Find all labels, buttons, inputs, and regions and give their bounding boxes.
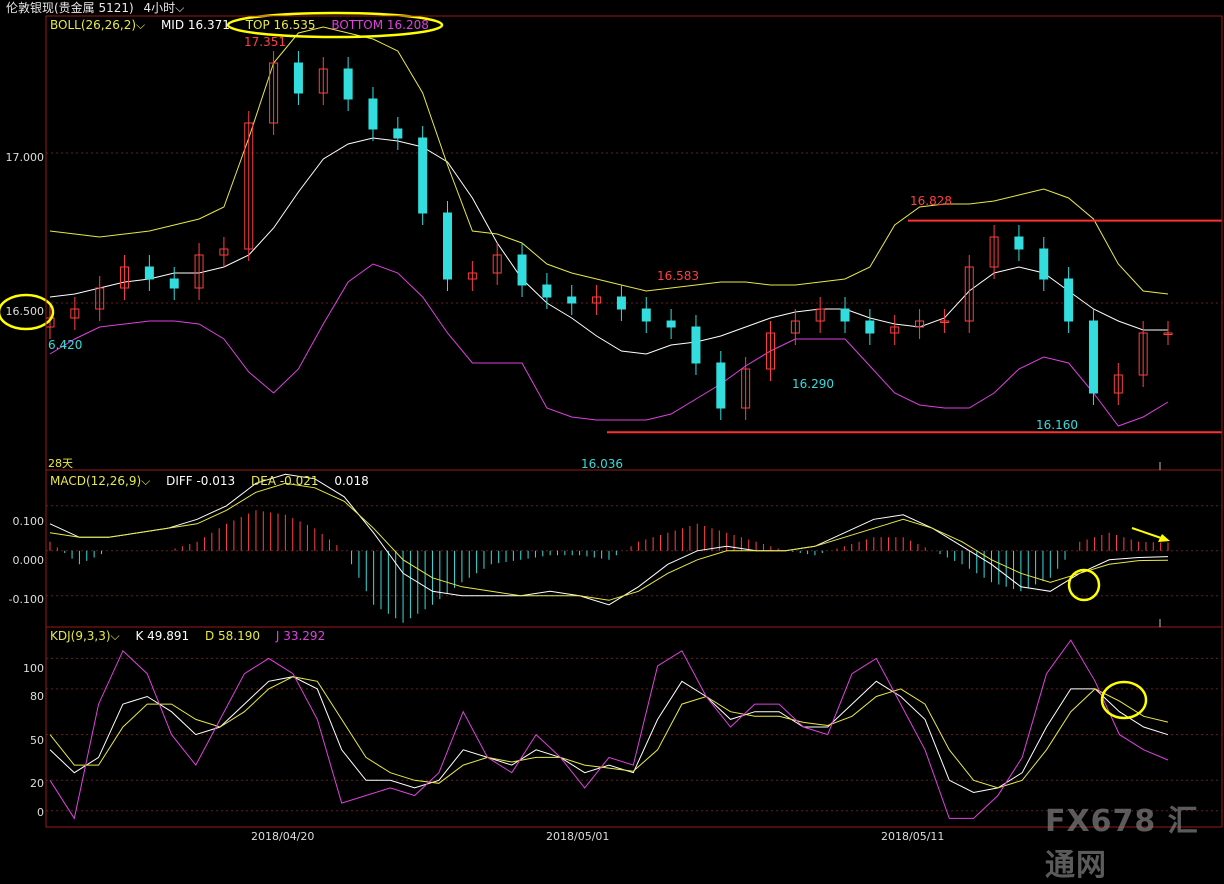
x-date-label: 2018/05/11 — [881, 830, 945, 843]
candle-body — [567, 296, 577, 304]
boll-header: BOLL(26,26,2)⌵ MID 16.371 TOP 16.535 BOT… — [50, 18, 441, 32]
kdj-ytick-label: 20 — [30, 777, 44, 790]
candle-body — [1064, 278, 1074, 322]
boll-top-line — [49, 26, 1169, 295]
watermark-logo: FX678 汇通网 — [1045, 804, 1199, 883]
candle-body — [616, 296, 626, 310]
boll-ytick-label: 16.500 — [5, 305, 45, 318]
kdj-ytick-label: 0 — [37, 806, 44, 819]
kdj-d-value: D 58.190 — [204, 629, 261, 643]
x-date-label: 2018/04/20 — [251, 830, 315, 843]
price-label: 16.290 — [792, 377, 834, 391]
highlight-circle — [1067, 568, 1101, 602]
candle-body — [1088, 320, 1098, 394]
boll-indicator-name[interactable]: BOLL(26,26,2) — [50, 18, 136, 32]
candle-body — [418, 137, 428, 214]
candle-body — [840, 308, 850, 322]
candle-body — [1039, 248, 1049, 280]
kdj-j-value: J 33.292 — [275, 629, 326, 643]
highlight-circle — [1100, 680, 1148, 720]
kdj-plot — [49, 639, 1169, 820]
price-label: 16.160 — [1036, 418, 1078, 432]
macd-histogram-value: 0.018 — [334, 474, 369, 488]
boll-mid-value: MID 16.371 — [160, 18, 230, 32]
boll-top-value: TOP 16.535 — [245, 18, 316, 32]
high-price-label: 17.351 — [244, 35, 286, 49]
macd-plot — [49, 473, 1170, 623]
macd-diff-value: DIFF -0.013 — [166, 474, 236, 488]
candle-body — [517, 254, 527, 286]
kdj-indicator-name[interactable]: KDJ(9,3,3) — [50, 629, 111, 643]
candle-body — [542, 284, 552, 298]
candle-body — [691, 326, 701, 364]
candle-body — [368, 98, 378, 130]
macd-ytick-label: 0.100 — [12, 515, 45, 528]
x-date-label: 2018/05/01 — [546, 830, 610, 843]
boll-ytick-label: 17.000 — [5, 151, 45, 164]
candle-body — [343, 68, 353, 100]
macd-indicator-name[interactable]: MACD(12,26,9) — [50, 474, 141, 488]
kdj-j-line — [49, 639, 1169, 820]
boll-bottom-value: BOTTOM 16.208 — [331, 18, 429, 32]
price-label: 6.420 — [48, 338, 83, 352]
macd-dea-line — [49, 482, 1169, 601]
kdj-ytick-label: 80 — [30, 690, 44, 703]
candle-body — [293, 62, 303, 94]
candle-body — [641, 308, 651, 322]
candle-body — [443, 212, 453, 280]
boll-plot — [0, 11, 1222, 434]
candle-body — [666, 320, 676, 328]
kdj-d-line — [49, 676, 1169, 789]
trend-arrow — [1131, 527, 1165, 540]
candle-body — [169, 278, 179, 289]
panel-border — [45, 15, 1223, 471]
candle-body — [865, 320, 875, 334]
price-label: 16.828 — [910, 194, 952, 208]
chevron-down-icon: ⌵ — [136, 18, 146, 32]
candle-body — [144, 266, 154, 280]
boll-mid-line — [49, 137, 1168, 355]
panel-border — [45, 469, 1223, 628]
kdj-k-value: K 49.891 — [135, 629, 190, 643]
macd-ytick-label: -0.100 — [8, 593, 44, 606]
kdj-header: KDJ(9,3,3)⌵ K 49.891 D 58.190 J 33.292 — [50, 629, 337, 643]
candle-body — [716, 362, 726, 409]
macd-diff-line — [49, 473, 1169, 606]
macd-header: MACD(12,26,9)⌵ DIFF -0.013 DEA -0.021 0.… — [50, 474, 381, 488]
low-price-label: 16.036 — [581, 457, 623, 471]
chevron-down-icon: ⌵ — [110, 629, 120, 643]
candle-body — [1014, 236, 1024, 250]
chevron-down-icon: ⌵ — [141, 474, 151, 488]
price-label: 16.583 — [657, 269, 699, 283]
candle-body — [393, 128, 403, 139]
kdj-ytick-label: 100 — [23, 662, 44, 675]
kdj-ytick-label: 50 — [30, 734, 44, 747]
macd-ytick-label: 0.000 — [12, 554, 45, 567]
macd-dea-value: DEA -0.021 — [251, 474, 319, 488]
boll-bottom-line — [49, 263, 1169, 427]
days-label: 28天 — [48, 457, 73, 470]
